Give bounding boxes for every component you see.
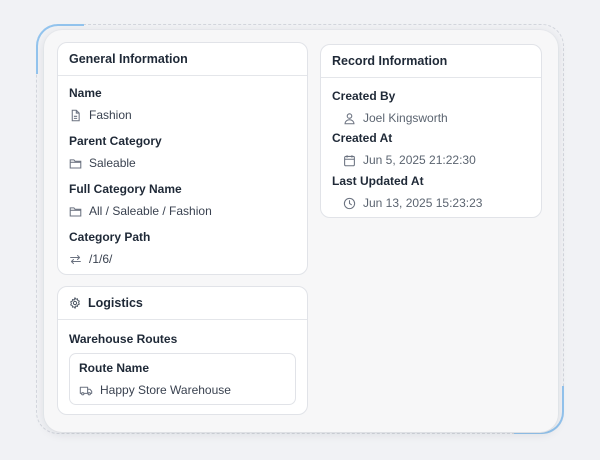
created-at-label: Created At (332, 131, 393, 145)
record-information-card: Record Information Created By Joel Kings… (320, 44, 542, 218)
last-updated-at-value: Jun 13, 2025 15:23:23 (343, 196, 482, 210)
warehouse-routes-label: Warehouse Routes (69, 332, 178, 346)
folder-icon (69, 206, 82, 216)
calendar-icon (344, 154, 355, 166)
clock-icon (343, 197, 356, 209)
created-at-text: Jun 5, 2025 21:22:30 (363, 153, 476, 167)
name-value: Fashion (69, 108, 132, 122)
truck-icon (79, 386, 93, 395)
created-at-value: Jun 5, 2025 21:22:30 (343, 153, 476, 167)
file-icon (71, 109, 80, 121)
logistics-header: Logistics (58, 287, 307, 320)
record-information-title: Record Information (332, 54, 448, 68)
logistics-card: Logistics Warehouse Routes Route Name Ha… (57, 286, 308, 415)
parent-category-label: Parent Category (69, 134, 162, 148)
gear-icon (70, 297, 80, 309)
full-category-name-value: All / Saleable / Fashion (69, 204, 212, 218)
record-information-header: Record Information (321, 45, 541, 78)
created-by-text: Joel Kingsworth (363, 111, 448, 125)
name-text: Fashion (89, 108, 132, 122)
last-updated-at-label: Last Updated At (332, 174, 424, 188)
category-path-text: /1/6/ (89, 252, 113, 266)
full-category-name-text: All / Saleable / Fashion (89, 204, 212, 218)
route-name-value: Happy Store Warehouse (79, 383, 231, 397)
general-information-title: General Information (69, 52, 188, 66)
folder-icon (69, 158, 82, 168)
swap-arrows-icon (70, 254, 81, 264)
route-name-label: Route Name (79, 361, 150, 375)
full-category-name-label: Full Category Name (69, 182, 182, 196)
category-path-label: Category Path (69, 230, 151, 244)
created-by-label: Created By (332, 89, 396, 103)
name-label: Name (69, 86, 102, 100)
route-name-text: Happy Store Warehouse (100, 383, 231, 397)
parent-category-value: Saleable (69, 156, 136, 170)
last-updated-at-text: Jun 13, 2025 15:23:23 (363, 196, 483, 210)
created-by-value: Joel Kingsworth (343, 111, 448, 125)
user-icon (344, 112, 355, 124)
route-item: Route Name Happy Store Warehouse (69, 353, 296, 405)
general-information-header: General Information (58, 43, 307, 76)
category-path-value: /1/6/ (69, 252, 112, 266)
general-information-card: General Information Name Fashion Parent … (57, 42, 308, 275)
logistics-title: Logistics (88, 296, 143, 310)
details-panel: General Information Name Fashion Parent … (44, 30, 558, 432)
parent-category-text: Saleable (89, 156, 136, 170)
